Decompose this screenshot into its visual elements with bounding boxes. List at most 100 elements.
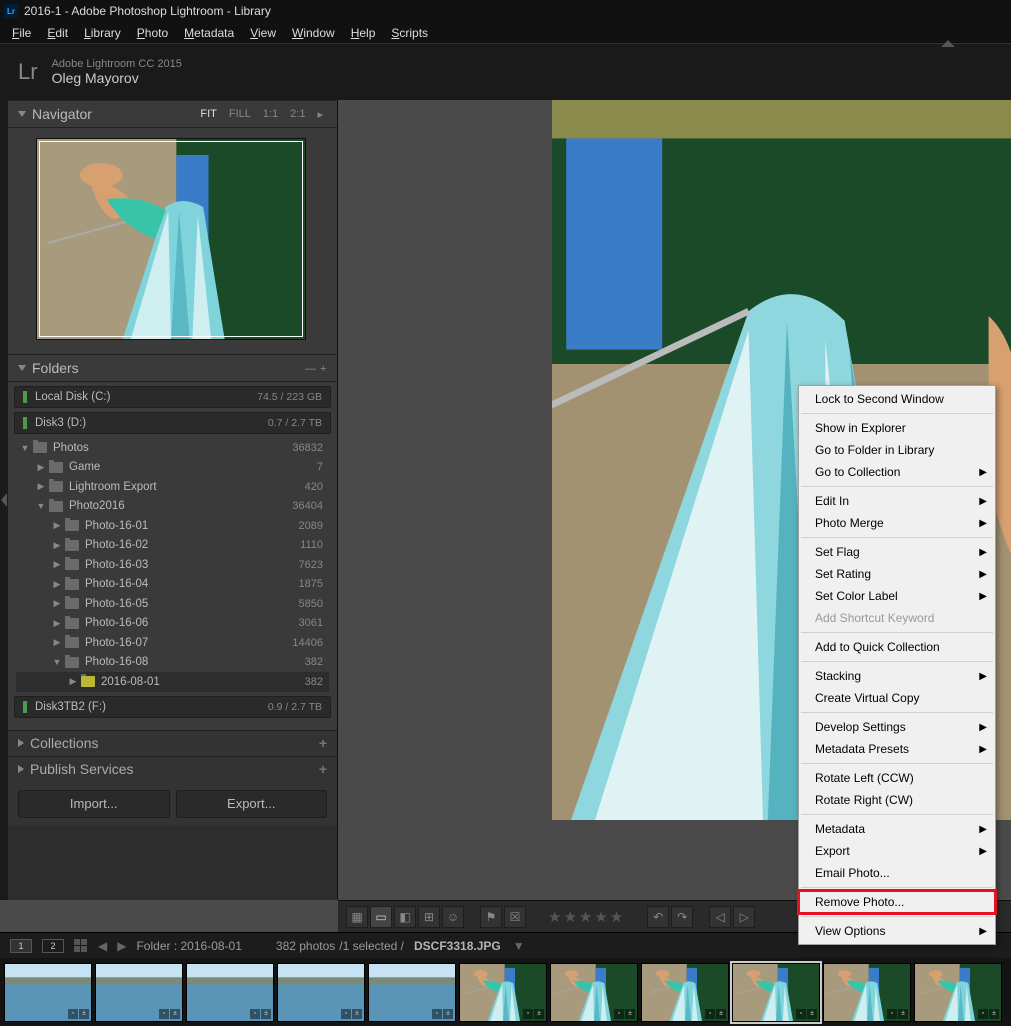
export-button[interactable]: Export...: [176, 790, 328, 818]
caret-right-icon[interactable]: [36, 481, 46, 492]
rotate-ccw-icon[interactable]: ↶: [647, 906, 669, 928]
zoom-1-1[interactable]: 1:1: [259, 107, 282, 122]
menu-item[interactable]: Develop Settings▶: [799, 716, 995, 738]
plus-icon[interactable]: +: [316, 363, 327, 374]
filmstrip-thumb[interactable]: ▫±: [459, 963, 547, 1022]
menu-item[interactable]: Show in Explorer: [799, 417, 995, 439]
monitor-1-icon[interactable]: 1: [10, 939, 32, 953]
caret-right-icon[interactable]: [36, 462, 46, 473]
filmstrip-thumb[interactable]: ▫±: [641, 963, 729, 1022]
collapse-left-handle[interactable]: [0, 100, 8, 900]
minus-icon[interactable]: —: [301, 363, 312, 374]
menu-item[interactable]: Go to Collection▶: [799, 461, 995, 483]
drive-row[interactable]: Disk3 (D:)0.7 / 2.7 TB: [14, 412, 331, 434]
grid-view-icon[interactable]: ▦: [346, 906, 368, 928]
menu-item[interactable]: Rotate Left (CCW): [799, 767, 995, 789]
menu-edit[interactable]: Edit: [39, 24, 76, 42]
folder-row[interactable]: Photo-16-037623: [16, 555, 329, 575]
drive-row[interactable]: Disk3TB2 (F:)0.9 / 2.7 TB: [14, 696, 331, 718]
rating-stars[interactable]: ★★★★★: [548, 908, 625, 926]
menu-item[interactable]: Rotate Right (CW): [799, 789, 995, 811]
zoom-fit[interactable]: FIT: [196, 107, 221, 122]
folder-row[interactable]: Photo-16-012089: [16, 516, 329, 536]
caret-down-icon[interactable]: [52, 657, 62, 667]
menu-metadata[interactable]: Metadata: [176, 24, 242, 42]
caret-right-icon[interactable]: [52, 579, 62, 590]
filmstrip-thumb[interactable]: ▫±: [550, 963, 638, 1022]
menu-item[interactable]: Edit In▶: [799, 490, 995, 512]
caret-right-icon[interactable]: [52, 540, 62, 551]
collapse-top-icon[interactable]: [941, 40, 955, 47]
caret-right-icon[interactable]: [52, 618, 62, 629]
filmstrip[interactable]: ▫±▫±▫±▫±▫±▫±▫±▫±▫±▫±▫±: [0, 958, 1011, 1026]
filmstrip-thumb[interactable]: ▫±: [732, 963, 820, 1022]
folder-row[interactable]: 2016-08-01382: [16, 672, 329, 692]
collections-header[interactable]: Collections +: [8, 730, 337, 756]
folder-row[interactable]: Photo201636404: [16, 497, 329, 517]
menu-item[interactable]: Go to Folder in Library: [799, 439, 995, 461]
nav-prev-icon[interactable]: ◁: [709, 906, 731, 928]
grid-shortcut-icon[interactable]: [74, 939, 88, 953]
filmstrip-thumb[interactable]: ▫±: [277, 963, 365, 1022]
rotate-cw-icon[interactable]: ↷: [671, 906, 693, 928]
folder-row[interactable]: Photo-16-0714406: [16, 633, 329, 653]
path-folder[interactable]: 2016-08-01: [181, 939, 242, 953]
menu-item[interactable]: Stacking▶: [799, 665, 995, 687]
menu-item[interactable]: Lock to Second Window: [799, 388, 995, 410]
folder-row[interactable]: Photo-16-063061: [16, 614, 329, 634]
people-view-icon[interactable]: ☺: [442, 906, 464, 928]
caret-right-icon[interactable]: [52, 637, 62, 648]
publish-header[interactable]: Publish Services +: [8, 756, 337, 782]
folder-row[interactable]: Photos36832: [16, 438, 329, 458]
plus-icon[interactable]: +: [319, 761, 327, 777]
zoom-menu-icon[interactable]: ▸: [313, 107, 327, 122]
forward-icon[interactable]: ▶: [117, 939, 126, 953]
caret-down-icon[interactable]: [20, 443, 30, 453]
folder-row[interactable]: Photo-16-08382: [16, 653, 329, 673]
menu-item[interactable]: Set Flag▶: [799, 541, 995, 563]
menu-scripts[interactable]: Scripts: [383, 24, 436, 42]
filmstrip-thumb[interactable]: ▫±: [914, 963, 1002, 1022]
caret-right-icon[interactable]: [68, 676, 78, 687]
import-button[interactable]: Import...: [18, 790, 170, 818]
compare-view-icon[interactable]: ◧: [394, 906, 416, 928]
menu-item[interactable]: Metadata Presets▶: [799, 738, 995, 760]
navigator-header[interactable]: Navigator FIT FILL 1:1 2:1 ▸: [8, 100, 337, 128]
menu-item[interactable]: Add to Quick Collection: [799, 636, 995, 658]
menu-item[interactable]: Create Virtual Copy: [799, 687, 995, 709]
caret-right-icon[interactable]: [52, 598, 62, 609]
folder-row[interactable]: Game7: [16, 458, 329, 478]
loupe-view-icon[interactable]: ▭: [370, 906, 392, 928]
filmstrip-thumb[interactable]: ▫±: [823, 963, 911, 1022]
menu-item[interactable]: View Options▶: [799, 920, 995, 942]
dropdown-icon[interactable]: ▼: [513, 939, 525, 953]
menu-help[interactable]: Help: [343, 24, 384, 42]
zoom-2-1[interactable]: 2:1: [286, 107, 309, 122]
folder-row[interactable]: Photo-16-041875: [16, 575, 329, 595]
drive-row[interactable]: Local Disk (C:)74.5 / 223 GB: [14, 386, 331, 408]
sort-icon[interactable]: ☒: [504, 906, 526, 928]
folder-row[interactable]: Lightroom Export420: [16, 477, 329, 497]
caret-right-icon[interactable]: [52, 559, 62, 570]
nav-play-icon[interactable]: ▷: [733, 906, 755, 928]
menu-item[interactable]: Set Rating▶: [799, 563, 995, 585]
navigator-preview[interactable]: [8, 128, 337, 354]
caret-right-icon[interactable]: [52, 520, 62, 531]
menu-item[interactable]: Export▶: [799, 840, 995, 862]
menu-library[interactable]: Library: [76, 24, 129, 42]
zoom-fill[interactable]: FILL: [225, 107, 255, 122]
menu-view[interactable]: View: [242, 24, 284, 42]
survey-view-icon[interactable]: ⊞: [418, 906, 440, 928]
folder-row[interactable]: Photo-16-055850: [16, 594, 329, 614]
menu-window[interactable]: Window: [284, 24, 343, 42]
filmstrip-thumb[interactable]: ▫±: [95, 963, 183, 1022]
back-icon[interactable]: ◀: [98, 939, 107, 953]
filmstrip-thumb[interactable]: ▫±: [368, 963, 456, 1022]
monitor-2-icon[interactable]: 2: [42, 939, 64, 953]
folder-row[interactable]: Photo-16-021110: [16, 536, 329, 556]
menu-file[interactable]: File: [4, 24, 39, 42]
plus-icon[interactable]: +: [319, 735, 327, 751]
menu-item[interactable]: Remove Photo...: [799, 891, 995, 913]
menu-item[interactable]: Email Photo...: [799, 862, 995, 884]
menu-item[interactable]: Photo Merge▶: [799, 512, 995, 534]
